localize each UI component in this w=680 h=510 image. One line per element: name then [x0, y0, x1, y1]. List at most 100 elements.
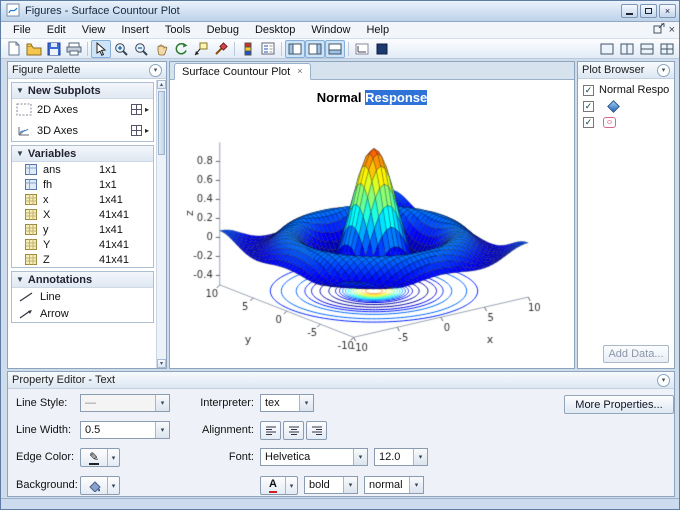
- annotations-section-header[interactable]: ▼ Annotations: [12, 272, 153, 288]
- variables-section-header[interactable]: ▼ Variables: [12, 146, 153, 162]
- contour-visible-checkbox[interactable]: ✓: [583, 117, 594, 128]
- rotate-3d-button[interactable]: [171, 40, 191, 58]
- menu-view[interactable]: View: [74, 22, 114, 39]
- annotation-arrow-item[interactable]: Arrow: [12, 305, 153, 322]
- scroll-down-button[interactable]: ▾: [157, 359, 166, 368]
- align-center-button[interactable]: [283, 421, 304, 440]
- tile-single-button[interactable]: [597, 40, 617, 58]
- zoom-in-button[interactable]: [111, 40, 131, 58]
- zoom-out-button[interactable]: [131, 40, 151, 58]
- font-size-select[interactable]: 12.0 ▾: [374, 448, 428, 466]
- scroll-up-button[interactable]: ▴: [157, 80, 166, 89]
- variable-row-ans[interactable]: ans 1x1: [12, 162, 153, 177]
- figure-color-button[interactable]: [372, 40, 392, 58]
- font-family-select[interactable]: Helvetica ▾: [260, 448, 368, 466]
- align-right-button[interactable]: [306, 421, 327, 440]
- dropdown-arrow-icon[interactable]: ▾: [299, 395, 313, 411]
- titlebar[interactable]: Figures - Surface Countour Plot ×: [1, 1, 680, 22]
- dropdown-arrow-icon[interactable]: ▾: [409, 477, 423, 493]
- new-2d-axes-item[interactable]: 2D Axes ▸: [12, 99, 153, 120]
- show-property-editor-button[interactable]: [325, 40, 345, 58]
- variable-row-X[interactable]: X 41x41: [12, 207, 153, 222]
- data-cursor-button[interactable]: [191, 40, 211, 58]
- menu-help[interactable]: Help: [358, 22, 397, 39]
- subplot-grid-icon[interactable]: [131, 104, 142, 115]
- minimize-button[interactable]: [621, 4, 638, 18]
- plot-browser-row-axes[interactable]: ✓ Normal Response: [578, 82, 674, 98]
- font-weight-select[interactable]: bold ▾: [304, 476, 358, 494]
- tab-surface-contour-plot[interactable]: Surface Countour Plot ×: [174, 63, 311, 80]
- maximize-button[interactable]: [640, 4, 657, 18]
- font-angle-select[interactable]: normal ▾: [364, 476, 424, 494]
- surface-plot-canvas[interactable]: [179, 96, 569, 354]
- align-left-button[interactable]: [260, 421, 281, 440]
- save-figure-button[interactable]: [44, 40, 64, 58]
- show-figure-palette-button[interactable]: [285, 40, 305, 58]
- property-editor-header[interactable]: Property Editor - Text ▾: [8, 372, 674, 389]
- dropdown-arrow-icon[interactable]: ▾: [155, 422, 169, 438]
- menu-debug[interactable]: Debug: [199, 22, 247, 39]
- document-bar-close-button[interactable]: ×: [669, 24, 675, 36]
- dropdown-arrow-icon[interactable]: ▾: [155, 395, 169, 411]
- edge-color-button[interactable]: ✎ ▾: [80, 448, 120, 467]
- property-editor-menu-button[interactable]: ▾: [657, 374, 670, 387]
- menu-desktop[interactable]: Desktop: [247, 22, 303, 39]
- plot-browser-header[interactable]: Plot Browser ▾: [578, 62, 674, 79]
- expand-icon[interactable]: ▸: [145, 105, 149, 114]
- plot-browser-row-surface[interactable]: ✓: [578, 98, 674, 114]
- expand-icon[interactable]: ▸: [145, 126, 149, 135]
- pan-button[interactable]: [151, 40, 171, 58]
- figure-palette-scrollbar[interactable]: ▴ ▾: [156, 80, 166, 368]
- tile-top-bottom-button[interactable]: [637, 40, 657, 58]
- line-style-select[interactable]: — ▾: [80, 394, 170, 412]
- variable-row-Z[interactable]: Z 41x41: [12, 252, 153, 267]
- variable-row-x[interactable]: x 1x41: [12, 192, 153, 207]
- axes-visible-checkbox[interactable]: ✓: [583, 85, 594, 96]
- variable-row-Y[interactable]: Y 41x41: [12, 237, 153, 252]
- tile-grid-button[interactable]: [657, 40, 677, 58]
- font-color-button[interactable]: A ▾: [260, 476, 298, 495]
- menu-edit[interactable]: Edit: [39, 22, 74, 39]
- edit-plot-button[interactable]: [91, 40, 111, 58]
- dropdown-arrow-icon[interactable]: ▾: [343, 477, 357, 493]
- plot-browser-row-contour[interactable]: ✓: [578, 114, 674, 130]
- dropdown-arrow-icon[interactable]: ▾: [413, 449, 427, 465]
- add-data-button[interactable]: Add Data...: [603, 345, 669, 363]
- insert-legend-button[interactable]: [258, 40, 278, 58]
- new-subplots-section-header[interactable]: ▼ New Subplots: [12, 83, 153, 99]
- insert-colorbar-button[interactable]: [238, 40, 258, 58]
- variable-row-fh[interactable]: fh 1x1: [12, 177, 153, 192]
- tab-close-icon[interactable]: ×: [297, 67, 302, 76]
- annotation-line-item[interactable]: Line: [12, 288, 153, 305]
- insert-axes-button[interactable]: [352, 40, 372, 58]
- figure-palette-header[interactable]: Figure Palette ▾: [8, 62, 166, 79]
- brush-data-button[interactable]: [211, 40, 231, 58]
- annotations-label: Annotations: [28, 274, 92, 286]
- new-figure-button[interactable]: [4, 40, 24, 58]
- dropdown-arrow-icon[interactable]: ▾: [353, 449, 367, 465]
- open-file-button[interactable]: [24, 40, 44, 58]
- dropdown-arrow-icon[interactable]: ▾: [107, 477, 119, 494]
- line-width-select[interactable]: 0.5 ▾: [80, 421, 170, 439]
- scrollbar-thumb[interactable]: [158, 91, 165, 155]
- more-properties-button[interactable]: More Properties...: [564, 395, 674, 414]
- surface-visible-checkbox[interactable]: ✓: [583, 101, 594, 112]
- show-plot-browser-button[interactable]: [305, 40, 325, 58]
- menu-file[interactable]: File: [5, 22, 39, 39]
- subplot-grid-icon[interactable]: [131, 125, 142, 136]
- interpreter-select[interactable]: tex ▾: [260, 394, 314, 412]
- menu-insert[interactable]: Insert: [113, 22, 157, 39]
- close-button[interactable]: ×: [659, 4, 676, 18]
- background-color-button[interactable]: ▾: [80, 476, 120, 495]
- plot-browser-menu-button[interactable]: ▾: [657, 64, 670, 77]
- print-figure-button[interactable]: [64, 40, 84, 58]
- variable-row-y[interactable]: y 1x41: [12, 222, 153, 237]
- tile-left-right-button[interactable]: [617, 40, 637, 58]
- menu-window[interactable]: Window: [303, 22, 358, 39]
- dropdown-arrow-icon[interactable]: ▾: [107, 449, 119, 466]
- undock-button[interactable]: [653, 23, 665, 37]
- menu-tools[interactable]: Tools: [157, 22, 199, 39]
- dropdown-arrow-icon[interactable]: ▾: [285, 477, 297, 494]
- new-3d-axes-item[interactable]: 3D Axes ▸: [12, 120, 153, 141]
- figure-palette-menu-button[interactable]: ▾: [149, 64, 162, 77]
